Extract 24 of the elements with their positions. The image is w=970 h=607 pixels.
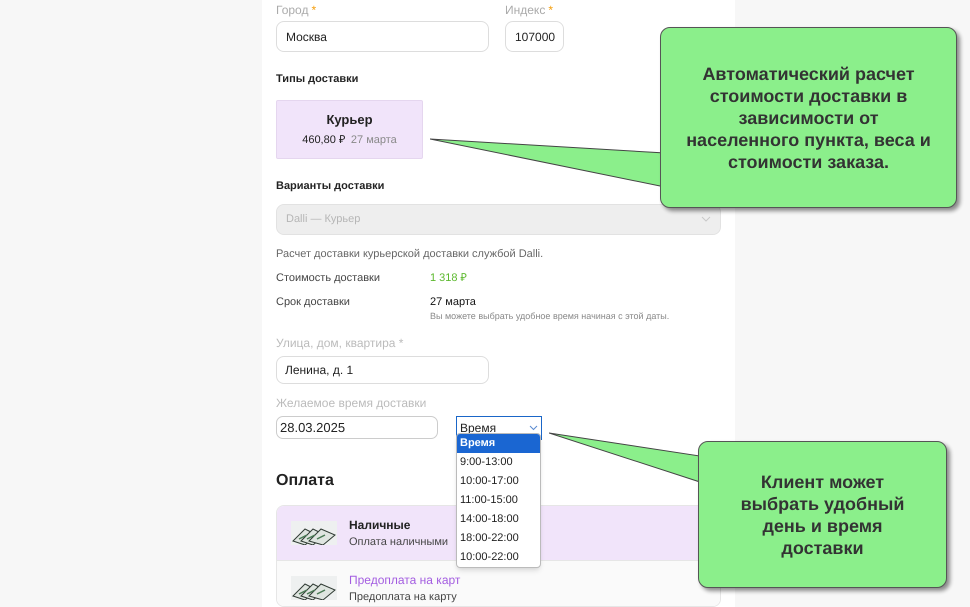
detail-label: Срок доставки — [276, 294, 351, 310]
section-title: Типы доставки — [276, 72, 358, 87]
payment-description: Оплата наличными — [349, 535, 448, 550]
detail-hint: Вы можете выбрать удобное время начиная с этой даты. — [430, 310, 670, 324]
section-title: Оплата — [276, 471, 334, 492]
field-label: Желаемое время доставки — [276, 395, 428, 412]
field-label: Город — [276, 2, 308, 19]
detail-value: 27 марта — [430, 294, 477, 310]
field-label: Улица, дом, квартира * — [276, 334, 404, 352]
delivery-date: 27 марта — [350, 132, 397, 148]
callout-bubble: Автоматический расчет стоимости доставки в зависимости от населенного пункта, веса и стоимости заказа. — [660, 27, 957, 208]
field-label: Индекс — [505, 2, 546, 19]
detail-value: 1 318 ₽ — [430, 271, 467, 286]
delivery-price: 460,80 ₽ — [302, 132, 345, 148]
payment-name: Наличные — [349, 517, 412, 534]
section-title: Варианты доставки — [276, 178, 384, 194]
detail-label: Стоимость доставки — [276, 271, 381, 286]
description-text: Расчет доставки курьерской доставки службой Dalli. — [276, 246, 544, 262]
payment-description: Предоплата на карту — [349, 590, 458, 605]
required-mark: * — [311, 2, 316, 19]
callout-bubble: Клиент может выбрать удобный день и время доставки — [698, 441, 947, 588]
required-mark: * — [548, 2, 553, 19]
payment-name: Предоплата на карт — [349, 572, 460, 589]
delivery-type-name: Курьер — [326, 111, 373, 129]
